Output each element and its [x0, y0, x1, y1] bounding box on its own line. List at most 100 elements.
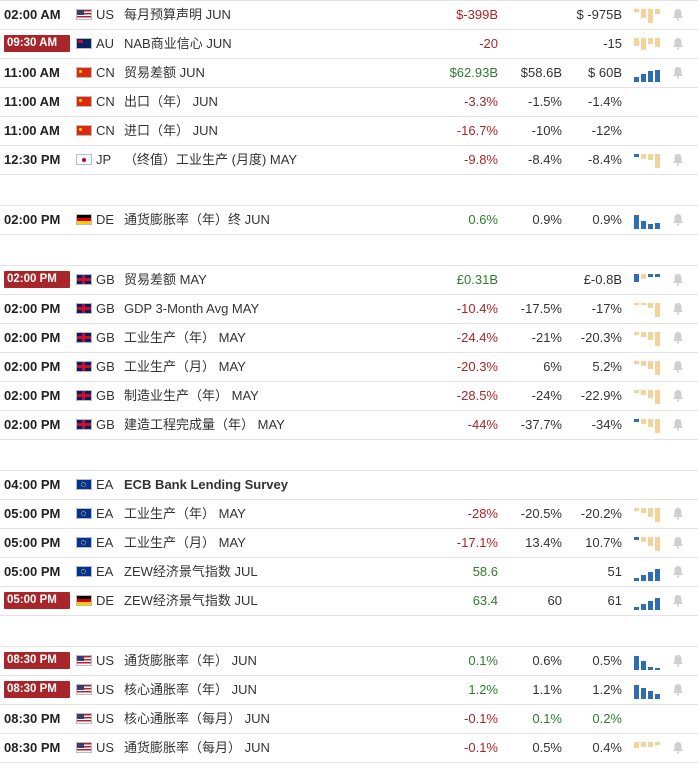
event-name[interactable]: 建造工程完成量（年） MAY — [124, 411, 449, 439]
event-row[interactable]: 02:00 PM GB 制造业生产（年） MAY -28.5% -24% -22.9% — [0, 382, 698, 411]
history-chart[interactable] — [632, 63, 662, 83]
history-chart[interactable] — [632, 591, 662, 611]
event-row[interactable]: 11:00 AM CN 贸易差额 JUN $62.93B $58.6B $ 60B — [0, 59, 698, 88]
country-code: DE — [96, 593, 115, 608]
event-row[interactable]: 08:30 PM US 核心通胀率（年） JUN 1.2% 1.1% 1.2% — [0, 676, 698, 705]
event-name[interactable]: 制造业生产（年） MAY — [124, 382, 449, 410]
bell-icon[interactable] — [672, 153, 686, 167]
actual-value: -3.3% — [464, 94, 498, 109]
history-chart[interactable] — [632, 533, 662, 553]
country-code: US — [96, 7, 115, 22]
history-bars — [634, 656, 660, 670]
actual-value: £0.31B — [456, 272, 498, 287]
bell-icon[interactable] — [672, 331, 686, 345]
event-name[interactable]: 工业生产（月） MAY — [124, 353, 449, 381]
history-chart[interactable] — [632, 651, 662, 671]
bell-icon[interactable] — [672, 418, 686, 432]
bell-icon[interactable] — [672, 507, 686, 521]
event-name[interactable]: 出口（年） JUN — [124, 88, 449, 116]
event-row[interactable]: 05:00 PM EA 工业生产（月） MAY -17.1% 13.4% 10.7% — [0, 529, 698, 558]
event-row[interactable]: 02:00 AM US 每月预算声明 JUN $-399B $ -975B — [0, 0, 698, 30]
event-row[interactable]: 02:00 PM GB GDP 3-Month Avg MAY -10.4% -17.5… — [0, 295, 698, 324]
bell-icon[interactable] — [672, 741, 686, 755]
event-row[interactable]: 08:30 PM US 核心通胀率（每月） JUN -0.1% 0.1% 0.2% — [0, 705, 698, 734]
event-name[interactable]: GDP 3-Month Avg MAY — [124, 295, 449, 323]
history-chart[interactable] — [632, 680, 662, 700]
history-chart[interactable] — [632, 328, 662, 348]
event-row[interactable]: 02:00 PM DE 通货膨胀率（年）终 JUN 0.6% 0.9% 0.9% — [0, 205, 698, 235]
bell-icon[interactable] — [672, 213, 686, 227]
country-code: AU — [96, 36, 115, 51]
event-name[interactable]: ZEW经济景气指数 JUL — [124, 558, 449, 586]
bell-icon[interactable] — [672, 8, 686, 22]
history-chart[interactable] — [632, 386, 662, 406]
history-chart[interactable] — [632, 504, 662, 524]
event-row[interactable]: 11:00 AM CN 出口（年） JUN -3.3% -1.5% -1.4% — [0, 88, 698, 117]
event-row[interactable]: 04:00 PM EA ECB Bank Lending Survey — [0, 470, 698, 500]
event-row[interactable]: 02:00 PM GB 贸易差额 MAY £0.31B £-0.8B — [0, 265, 698, 295]
event-name[interactable]: 工业生产（年） MAY — [124, 324, 449, 352]
event-row[interactable]: 08:30 PM US 通货膨胀率（每月） JUN -0.1% 0.5% 0.4% — [0, 734, 698, 763]
event-name[interactable]: ECB Bank Lending Survey — [124, 471, 449, 499]
flag-gb-icon — [76, 332, 92, 343]
history-chart[interactable] — [632, 738, 662, 758]
event-row[interactable]: 09:30 AM AU NAB商业信心 JUN -20 -15 — [0, 30, 698, 59]
bell-icon[interactable] — [672, 594, 686, 608]
event-name[interactable]: 贸易差额 MAY — [124, 266, 449, 294]
history-chart[interactable] — [632, 357, 662, 377]
event-row[interactable]: 02:00 PM GB 建造工程完成量（年） MAY -44% -37.7% -34% — [0, 411, 698, 440]
event-name[interactable]: ZEW经济景气指数 JUL — [124, 587, 449, 615]
event-name[interactable]: 工业生产（月） MAY — [124, 529, 449, 557]
flag-ea-icon — [76, 508, 92, 519]
country-code: EA — [96, 564, 114, 579]
history-bar — [655, 390, 660, 404]
history-bar — [634, 38, 639, 46]
event-name[interactable]: 进口（年） JUN — [124, 117, 449, 145]
event-name[interactable]: 通货膨胀率（年） JUN — [124, 647, 449, 675]
event-row[interactable]: 12:30 PM JP （终值）工业生产 (月度) MAY -9.8% -8.4% -8.… — [0, 146, 698, 175]
history-chart[interactable] — [632, 150, 662, 170]
history-chart[interactable] — [632, 562, 662, 582]
flag-gb-icon — [76, 361, 92, 372]
country-code: GB — [96, 301, 115, 316]
history-chart[interactable] — [632, 210, 662, 230]
event-name[interactable]: （终值）工业生产 (月度) MAY — [124, 146, 449, 174]
event-name[interactable]: 工业生产（年） MAY — [124, 500, 449, 528]
history-chart[interactable] — [632, 5, 662, 25]
history-bar — [655, 361, 660, 375]
event-row[interactable]: 11:00 AM CN 进口（年） JUN -16.7% -10% -12% — [0, 117, 698, 146]
bell-icon[interactable] — [672, 389, 686, 403]
bell-icon[interactable] — [672, 273, 686, 287]
bell-icon[interactable] — [672, 360, 686, 374]
bell-icon[interactable] — [672, 683, 686, 697]
event-name[interactable]: 每月预算声明 JUN — [124, 1, 449, 29]
event-name[interactable]: 贸易差额 JUN — [124, 59, 449, 87]
event-row[interactable]: 05:00 PM EA ZEW经济景气指数 JUL 58.6 51 — [0, 558, 698, 587]
history-chart[interactable] — [632, 270, 662, 290]
event-row[interactable]: 02:00 PM GB 工业生产（月） MAY -20.3% 6% 5.2% — [0, 353, 698, 382]
bell-icon[interactable] — [672, 654, 686, 668]
flag-gb-icon — [76, 390, 92, 401]
event-name[interactable]: 核心通胀率（年） JUN — [124, 676, 449, 704]
event-name[interactable]: 核心通胀率（每月） JUN — [124, 705, 449, 733]
bell-icon[interactable] — [672, 66, 686, 80]
actual-value: -17.1% — [456, 535, 498, 550]
history-chart[interactable] — [632, 34, 662, 54]
bell-icon[interactable] — [672, 302, 686, 316]
event-row[interactable]: 08:30 PM US 通货膨胀率（年） JUN 0.1% 0.6% 0.5% — [0, 646, 698, 676]
event-name[interactable]: 通货膨胀率（每月） JUN — [124, 734, 449, 762]
history-chart[interactable] — [632, 299, 662, 319]
event-row[interactable]: 02:00 PM GB 工业生产（年） MAY -24.4% -21% -20.3% — [0, 324, 698, 353]
history-bar — [634, 77, 639, 82]
history-chart[interactable] — [632, 415, 662, 435]
event-name[interactable]: NAB商业信心 JUN — [124, 30, 449, 58]
event-row[interactable]: 05:00 PM EA 工业生产（年） MAY -28% -20.5% -20.2% — [0, 500, 698, 529]
bell-icon[interactable] — [672, 37, 686, 51]
history-bar — [655, 569, 660, 581]
event-name[interactable]: 通货膨胀率（年）终 JUN — [124, 206, 449, 234]
history-bar — [641, 9, 646, 18]
event-row[interactable]: 05:00 PM DE ZEW经济景气指数 JUL 63.4 60 61 — [0, 587, 698, 616]
bell-icon[interactable] — [672, 565, 686, 579]
economic-calendar: 02:00 AM US 每月预算声明 JUN $-399B $ -975B 09:30 A… — [0, 0, 698, 763]
bell-icon[interactable] — [672, 536, 686, 550]
